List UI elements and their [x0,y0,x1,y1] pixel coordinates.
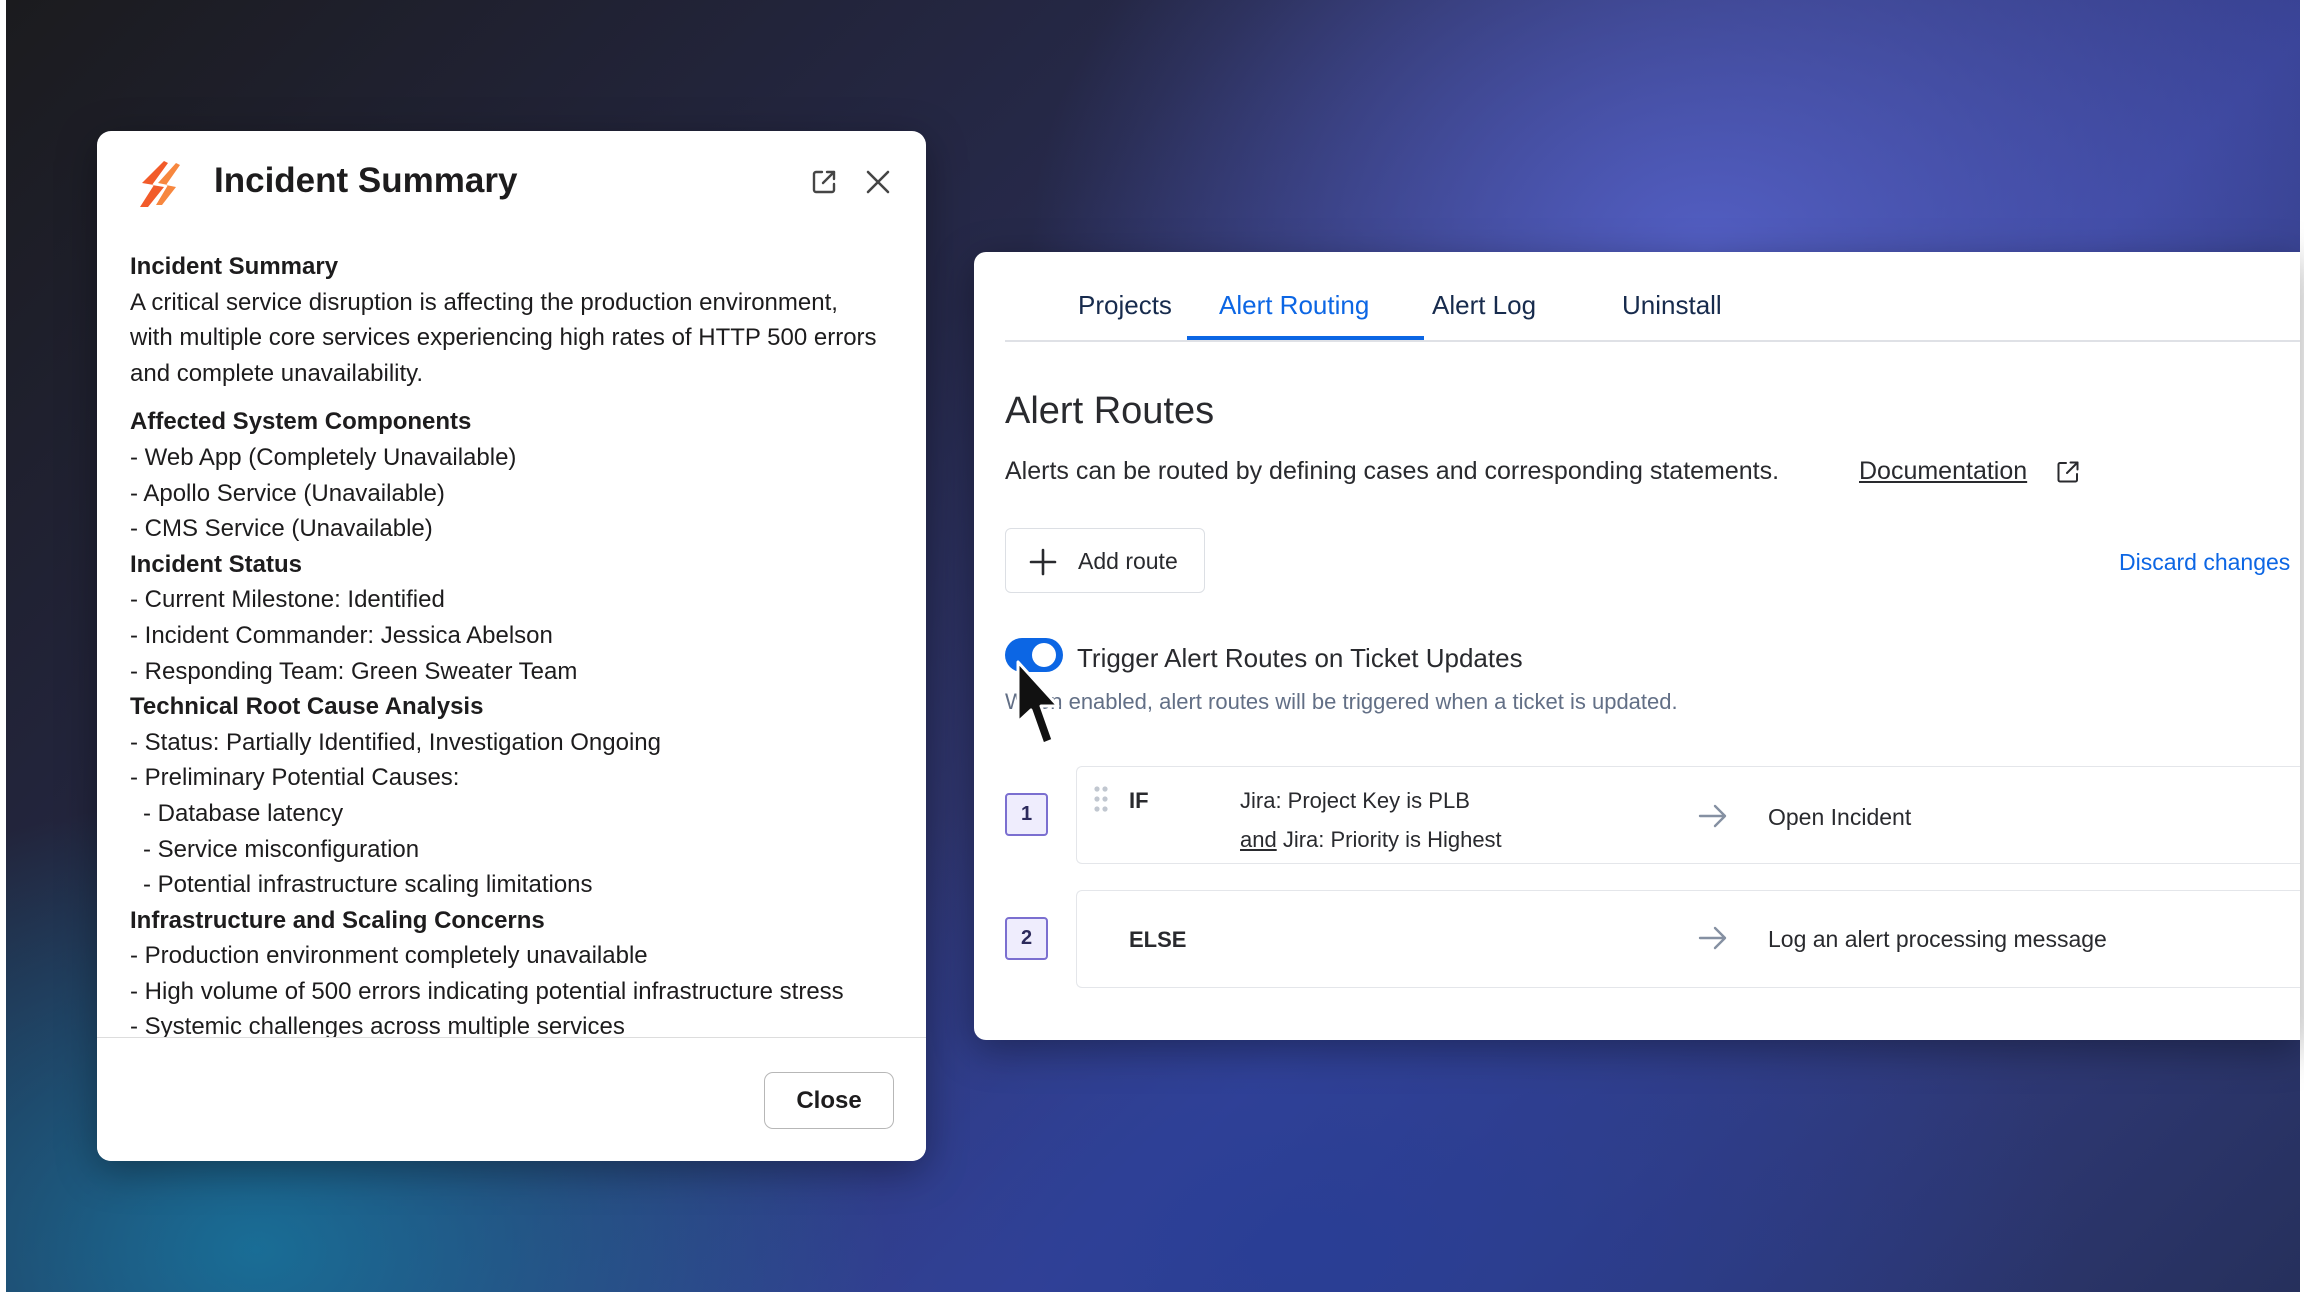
summary-line: A critical service disruption is affecti… [130,288,838,316]
section-heading-scaling: Infrastructure and Scaling Concerns [130,906,545,934]
summary-content: Incident Summary A critical service disr… [130,249,900,1161]
list-sub-item: - Service misconfiguration [143,835,420,863]
list-item: - Status: Partially Identified, Investig… [130,728,661,756]
list-item: - Apollo Service (Unavailable) [130,479,445,507]
list-sub-item: - Database latency [143,799,344,827]
modal-header: Incident Summary [97,131,926,241]
route-row[interactable]: IF Jira: Project Key is PLB and Jira: Pr… [1076,766,2300,864]
alert-routing-panel: Projects Alert Routing Alert Log Uninsta… [974,252,2300,1040]
arrow-right-icon [1698,804,1727,828]
list-item: - Web App (Completely Unavailable) [130,443,517,471]
route-condition-and: and Jira: Priority is Highest [1240,827,1502,853]
summary-line: with multiple core services experiencing… [130,324,877,352]
tab-bar: Projects Alert Routing Alert Log Uninsta… [1005,252,2300,342]
tab-alert-routing[interactable]: Alert Routing [1219,290,1369,321]
close-icon [866,170,890,194]
mouse-cursor-icon [1016,660,1060,746]
route-row[interactable]: ELSE Log an alert processing message [1076,890,2300,988]
arrow-right-icon [1698,926,1727,950]
route-condition: Jira: Project Key is PLB [1240,788,1470,813]
app-logo-icon [140,161,180,207]
route-condition: Jira: Priority is Highest [1276,827,1502,852]
section-heading-root-cause: Technical Root Cause Analysis [130,693,484,721]
list-item: - Preliminary Potential Causes: [130,764,460,792]
list-sub-item: - Potential infrastructure scaling limit… [143,871,593,899]
route-keyword: ELSE [1129,927,1187,952]
list-item: - Incident Commander: Jessica Abelson [130,621,553,649]
external-link-icon[interactable] [2055,459,2081,485]
close-button[interactable]: Close [764,1072,894,1129]
section-heading-summary: Incident Summary [130,253,339,280]
add-route-label: Add route [1078,548,1178,574]
drag-handle-icon[interactable] [1093,785,1109,813]
page-title: Alert Routes [1005,390,1215,432]
route-keyword: IF [1129,788,1149,813]
open-external-icon [812,170,836,194]
documentation-link[interactable]: Documentation [1859,457,2027,486]
list-item: - High volume of 500 errors indicating p… [130,977,844,1005]
list-item: - CMS Service (Unavailable) [130,515,433,543]
open-external-button[interactable] [803,161,845,203]
tab-uninstall[interactable]: Uninstall [1622,290,1722,321]
route-number-badge: 1 [1005,793,1048,836]
route-action: Log an alert processing message [1768,926,2107,952]
route-number-badge: 2 [1005,917,1048,960]
list-item: - Responding Team: Green Sweater Team [130,657,578,685]
route-action: Open Incident [1768,804,1912,830]
toggle-label: Trigger Alert Routes on Ticket Updates [1077,643,1523,673]
and-operator[interactable]: and [1240,827,1277,852]
toggle-help-text: When enabled, alert routes will be trigg… [1005,689,1678,714]
tab-projects[interactable]: Projects [1078,290,1172,321]
list-item: - Current Milestone: Identified [130,586,445,614]
tab-alert-log[interactable]: Alert Log [1432,290,1536,321]
list-item: - Production environment completely unav… [130,942,648,970]
add-route-button[interactable]: Add route [1005,528,1205,593]
section-heading-components: Affected System Components [130,408,472,436]
page-description: Alerts can be routed by defining cases a… [1005,457,1780,485]
incident-summary-modal: Incident Summary Incident Summary A crit… [97,131,926,1161]
plus-icon [1029,548,1057,576]
section-heading-status: Incident Status [130,550,303,578]
discard-changes-link[interactable]: Discard changes [2119,549,2290,576]
modal-title: Incident Summary [214,161,518,200]
active-tab-indicator [1187,336,1424,340]
summary-line: and complete unavailability. [130,359,424,387]
close-modal-button[interactable] [857,161,899,203]
